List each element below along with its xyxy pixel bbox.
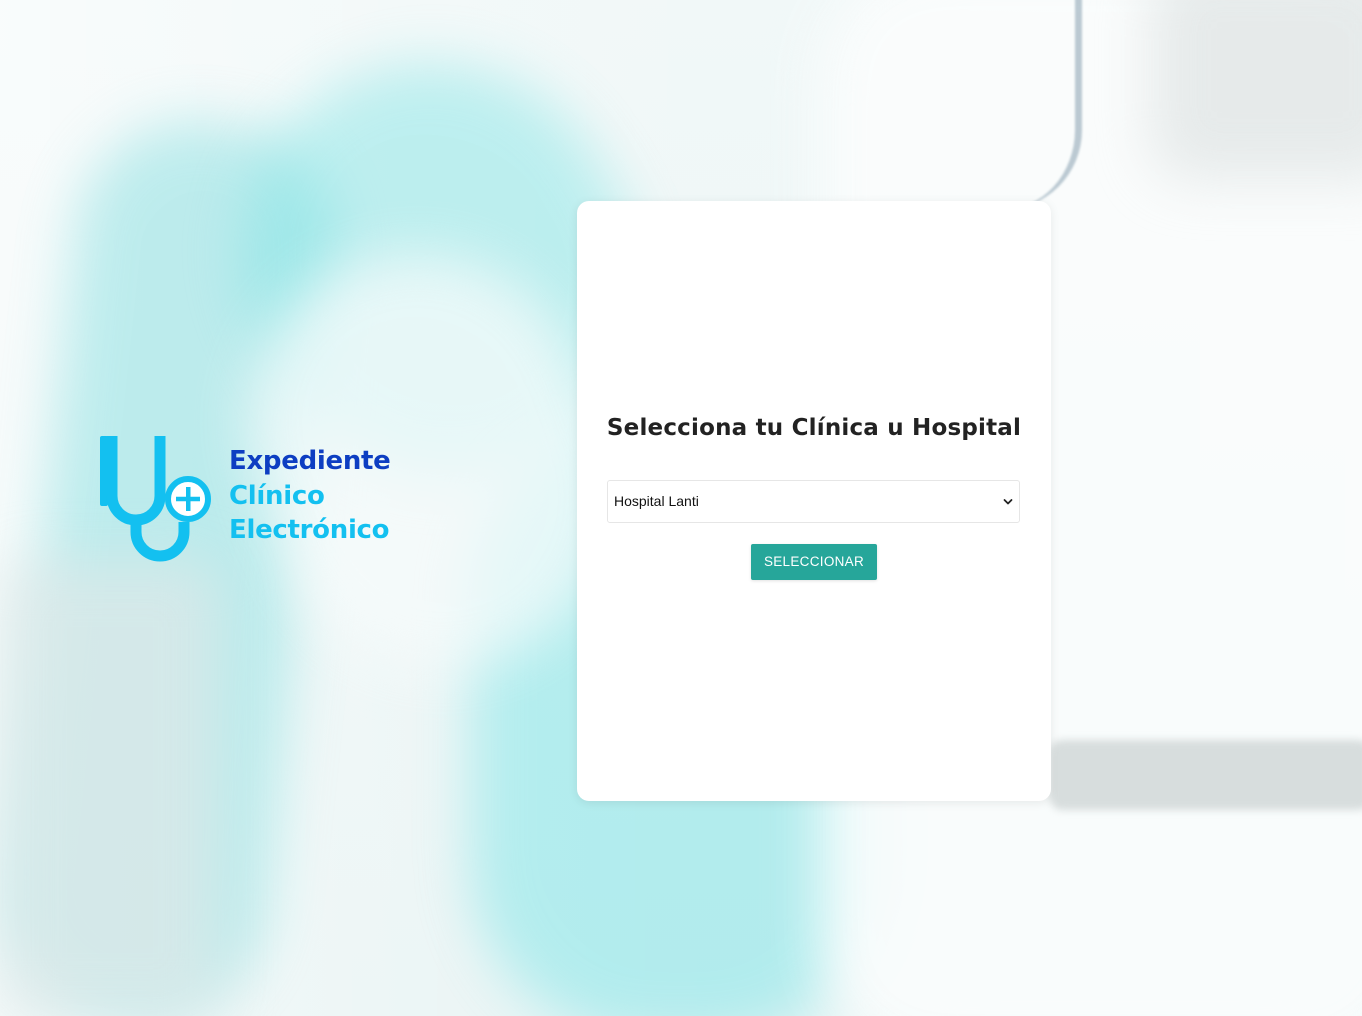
logo-line-2: Clínico <box>229 480 325 511</box>
clinic-select[interactable]: Hospital Lanti <box>607 480 1020 523</box>
app-logo: Expediente Clínico Electrónico <box>98 434 418 564</box>
clinic-select-card: Selecciona tu Clínica u Hospital Hospita… <box>577 201 1051 801</box>
chevron-down-icon <box>1003 499 1013 505</box>
logo-line-3: Electrónico <box>229 515 390 545</box>
clinic-select-value: Hospital Lanti <box>614 493 699 509</box>
page-title: Selecciona tu Clínica u Hospital <box>606 415 1022 441</box>
logo-line-1: Expediente <box>229 446 391 476</box>
select-button[interactable]: SELECCIONAR <box>751 544 877 580</box>
stethoscope-plus-icon <box>100 436 211 562</box>
